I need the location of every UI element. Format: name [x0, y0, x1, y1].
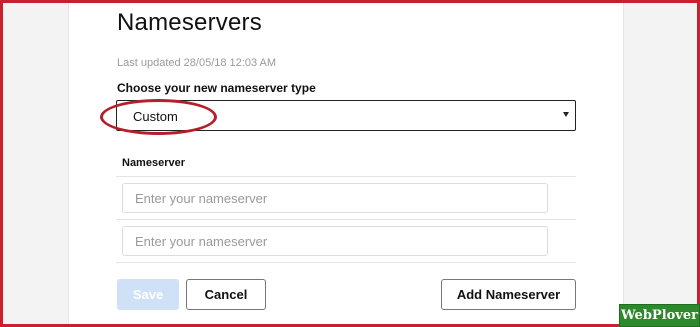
- save-button[interactable]: Save: [117, 279, 179, 310]
- caret-down-icon: [563, 112, 569, 117]
- nameserver-row: [116, 220, 576, 263]
- last-updated-text: Last updated 28/05/18 12:03 AM: [117, 57, 277, 69]
- nameserver-type-select[interactable]: Custom: [116, 100, 576, 131]
- nameserver-type-label: Choose your new nameserver type: [117, 81, 316, 95]
- nameserver-input-2[interactable]: [122, 226, 548, 256]
- nameserver-type-selected-value: Custom: [133, 109, 178, 124]
- webplover-watermark: WebPlover: [619, 304, 700, 327]
- add-nameserver-button[interactable]: Add Nameserver: [441, 279, 576, 310]
- nameserver-column-label: Nameserver: [122, 157, 185, 169]
- nameserver-list-header: Nameserver: [116, 151, 576, 177]
- page-title: Nameservers: [117, 9, 262, 36]
- cancel-button[interactable]: Cancel: [186, 279, 266, 310]
- nameserver-input-1[interactable]: [122, 183, 548, 213]
- nameserver-row: [116, 177, 576, 220]
